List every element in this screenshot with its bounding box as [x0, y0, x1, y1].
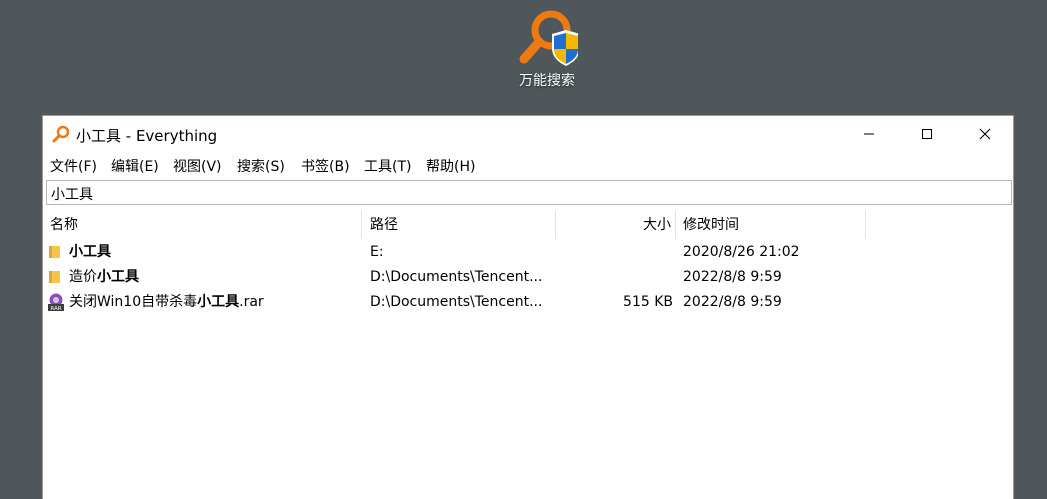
- minimize-icon: [864, 133, 874, 135]
- folder-icon: [49, 271, 60, 283]
- results-header: 名称 路径 大小 修改时间: [43, 210, 1013, 240]
- result-size: 515 KB: [623, 294, 673, 310]
- result-modified: 2020/8/26 21:02: [683, 244, 800, 260]
- menu-tools[interactable]: 工具(T): [364, 156, 411, 176]
- column-divider[interactable]: [555, 211, 556, 239]
- menu-bar: 文件(F) 编辑(E) 视图(V) 搜索(S) 书签(B) 工具(T) 帮助(H…: [43, 153, 1013, 177]
- result-name: 关闭Win10自带杀毒小工具.rar: [69, 290, 264, 315]
- menu-edit[interactable]: 编辑(E): [111, 156, 159, 176]
- result-path: E:: [370, 244, 384, 260]
- folder-icon: [49, 246, 60, 258]
- result-row[interactable]: RAR 关闭Win10自带杀毒小工具.rar D:\Documents\Tenc…: [43, 290, 1013, 315]
- result-path: D:\Documents\Tencent...: [370, 294, 543, 310]
- desktop-icon-label: 万能搜索: [519, 73, 575, 89]
- result-row[interactable]: 造价小工具 D:\Documents\Tencent... 2022/8/8 9…: [43, 265, 1013, 290]
- everything-window: 小工具 - Everything 文件(F) 编辑(E) 视图(V) 搜索(S)…: [42, 115, 1014, 499]
- maximize-icon: [922, 129, 932, 139]
- column-header-name[interactable]: 名称: [50, 210, 78, 240]
- name-suffix: .rar: [239, 294, 264, 310]
- result-name: 造价小工具: [69, 265, 139, 290]
- close-button[interactable]: [956, 116, 1014, 152]
- name-prefix: 关闭Win10自带杀毒: [69, 294, 198, 310]
- column-header-path[interactable]: 路径: [370, 210, 398, 240]
- result-size: [563, 265, 673, 290]
- column-divider[interactable]: [865, 211, 866, 239]
- column-divider[interactable]: [675, 211, 676, 239]
- rar-archive-icon: RAR: [48, 293, 64, 312]
- result-size: [563, 240, 673, 265]
- menu-view[interactable]: 视图(V): [173, 156, 222, 176]
- minimize-button[interactable]: [840, 116, 898, 152]
- result-row[interactable]: 小工具 E: 2020/8/26 21:02: [43, 240, 1013, 265]
- search-input-value: 小工具: [51, 187, 93, 203]
- menu-search[interactable]: 搜索(S): [237, 156, 285, 176]
- window-title: 小工具 - Everything: [76, 127, 218, 145]
- name-match: 小工具: [69, 244, 111, 260]
- title-bar[interactable]: 小工具 - Everything: [43, 116, 1013, 152]
- result-modified: 2022/8/8 9:59: [683, 269, 782, 285]
- desktop-shortcut-everything[interactable]: 万能搜索: [497, 6, 597, 96]
- maximize-button[interactable]: [898, 116, 956, 152]
- result-name: 小工具: [69, 240, 111, 265]
- name-match: 小工具: [97, 269, 139, 285]
- name-match: 小工具: [197, 294, 240, 310]
- menu-file[interactable]: 文件(F): [50, 156, 97, 176]
- column-header-modified[interactable]: 修改时间: [683, 210, 739, 240]
- everything-search-shield-icon: [519, 10, 578, 66]
- column-divider[interactable]: [361, 211, 362, 239]
- search-input[interactable]: 小工具: [46, 180, 1012, 205]
- result-path: D:\Documents\Tencent...: [370, 269, 543, 285]
- svg-text:RAR: RAR: [50, 306, 61, 312]
- close-icon: [979, 128, 991, 140]
- everything-app-icon: [52, 125, 70, 143]
- menu-bookmarks[interactable]: 书签(B): [301, 156, 350, 176]
- name-prefix: 造价: [69, 269, 97, 285]
- column-header-size[interactable]: 大小: [563, 210, 671, 240]
- menu-help[interactable]: 帮助(H): [426, 156, 475, 176]
- result-modified: 2022/8/8 9:59: [683, 294, 782, 310]
